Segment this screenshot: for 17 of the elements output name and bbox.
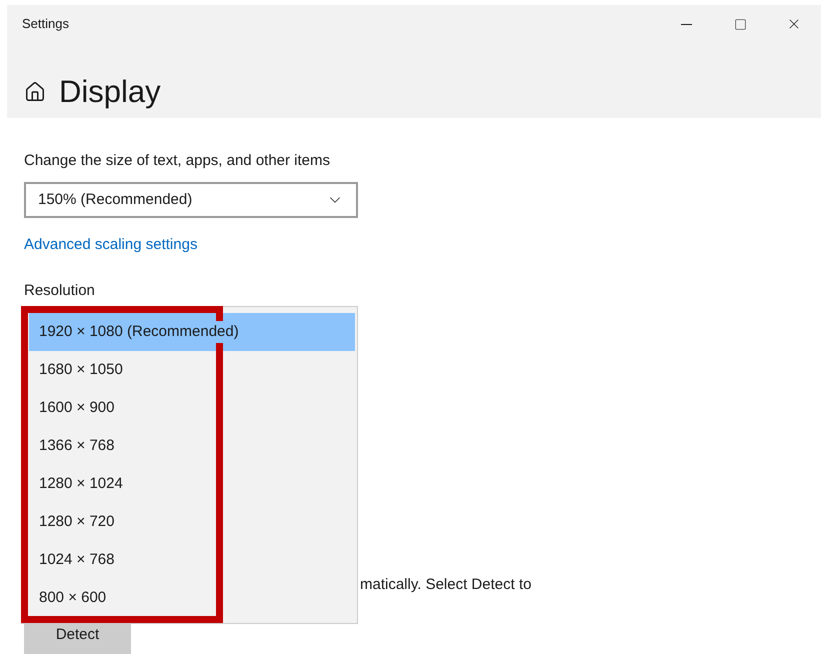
resolution-option[interactable]: 1280 × 720 <box>29 503 355 541</box>
resolution-option[interactable]: 1600 × 900 <box>29 389 355 427</box>
home-icon[interactable] <box>24 81 46 103</box>
window-title: Settings <box>22 15 69 34</box>
resolution-option[interactable]: 1920 × 1080 (Recommended) <box>29 313 355 351</box>
resolution-label: Resolution <box>24 281 96 301</box>
resolution-option[interactable]: 800 × 600 <box>29 579 355 617</box>
resolution-option[interactable]: 1680 × 1050 <box>29 351 355 389</box>
resolution-option[interactable]: 1024 × 768 <box>29 541 355 579</box>
maximize-icon <box>734 18 746 30</box>
detect-description: matically. Select Detect to <box>360 575 532 595</box>
resolution-option[interactable]: 1280 × 1024 <box>29 465 355 503</box>
scale-label: Change the size of text, apps, and other items <box>24 151 332 171</box>
resolution-option[interactable]: 1366 × 768 <box>29 427 355 465</box>
advanced-scaling-link[interactable]: Advanced scaling settings <box>24 235 821 255</box>
page-title: Display <box>59 73 161 111</box>
scale-dropdown[interactable]: 150% (Recommended) <box>24 182 358 218</box>
